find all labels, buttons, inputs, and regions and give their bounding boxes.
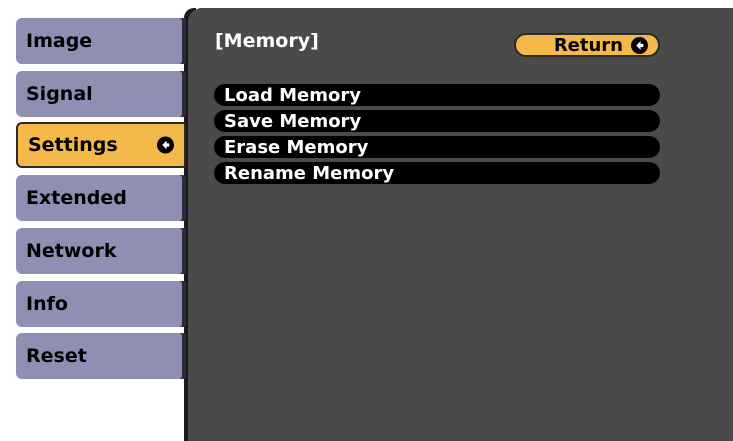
sidebar-item-info[interactable]: Info (16, 281, 186, 327)
option-save-memory[interactable]: Save Memory (214, 110, 660, 132)
sidebar-item-network[interactable]: Network (16, 228, 186, 274)
enter-icon (631, 36, 648, 54)
settings-panel (188, 8, 733, 441)
option-label: Rename Memory (224, 162, 395, 184)
page-title: [Memory] (215, 30, 319, 52)
option-load-memory[interactable]: Load Memory (214, 84, 660, 106)
sidebar-item-label: Reset (26, 345, 87, 367)
sidebar-item-label: Extended (26, 187, 127, 209)
option-erase-memory[interactable]: Erase Memory (214, 136, 660, 158)
sidebar-item-image[interactable]: Image (16, 18, 186, 64)
projector-menu-screen: Image Signal Settings Extended Network I… (0, 0, 733, 441)
option-label: Save Memory (224, 110, 362, 132)
sidebar-item-signal[interactable]: Signal (16, 71, 186, 117)
sidebar-item-label: Info (26, 293, 68, 315)
sidebar-item-extended[interactable]: Extended (16, 175, 186, 221)
sidebar-item-label: Settings (28, 134, 118, 156)
sidebar-item-label: Network (26, 240, 117, 262)
enter-icon (157, 136, 174, 154)
sidebar-item-label: Signal (26, 83, 93, 105)
option-label: Erase Memory (224, 136, 369, 158)
return-label: Return (553, 34, 623, 56)
sidebar-item-label: Image (26, 30, 93, 52)
sidebar-item-reset[interactable]: Reset (16, 333, 186, 379)
option-rename-memory[interactable]: Rename Memory (214, 162, 660, 184)
option-label: Load Memory (224, 84, 361, 106)
sidebar-item-settings[interactable]: Settings (16, 122, 186, 168)
return-button[interactable]: Return (514, 33, 660, 57)
